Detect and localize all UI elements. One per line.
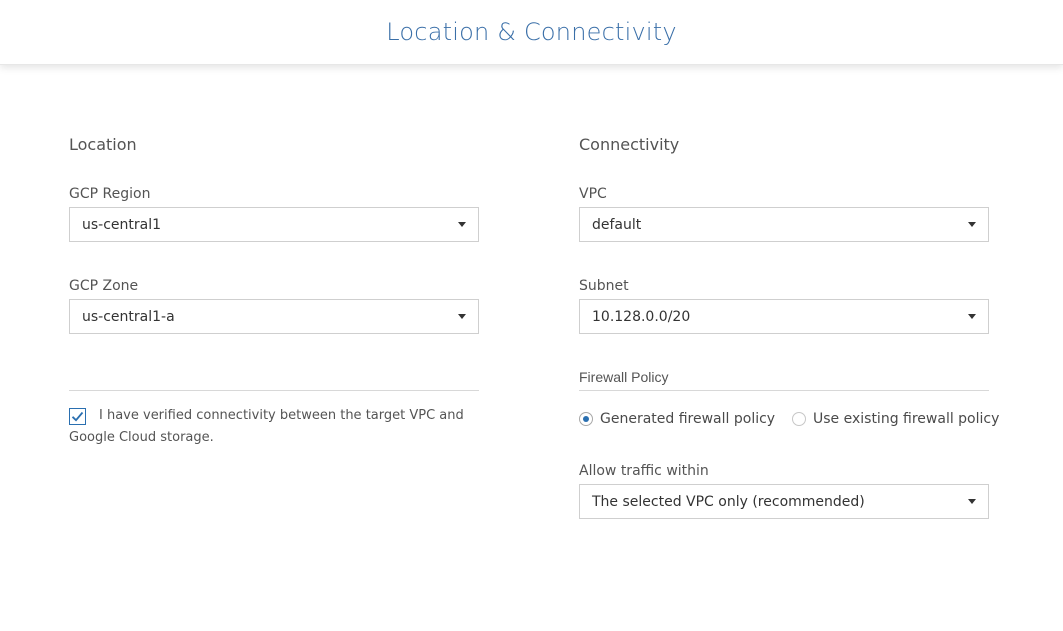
radio-existing-label: Use existing firewall policy [813, 411, 1000, 427]
subnet-select[interactable]: 10.128.0.0/20 [579, 299, 989, 334]
location-divider [69, 390, 479, 391]
gcp-zone-select[interactable]: us-central1-a [69, 299, 479, 334]
subnet-value: 10.128.0.0/20 [592, 308, 691, 325]
connectivity-section-title: Connectivity [579, 135, 680, 154]
firewall-policy-label: Firewall Policy [579, 369, 669, 385]
radio-unselected-icon [792, 412, 806, 426]
radio-generated-label: Generated firewall policy [600, 411, 776, 427]
allow-traffic-label: Allow traffic within [579, 463, 709, 479]
gcp-region-value: us-central1 [82, 216, 162, 233]
chevron-down-icon [968, 314, 976, 319]
radio-generated-firewall-policy[interactable]: Generated firewall policy [579, 411, 775, 427]
page-title: Location & Connectivity [386, 18, 677, 46]
verify-connectivity-text: I have verified connectivity between the… [69, 408, 464, 445]
location-section-title: Location [69, 135, 137, 154]
vpc-value: default [592, 216, 642, 233]
vpc-select[interactable]: default [579, 207, 989, 242]
chevron-down-icon [458, 314, 466, 319]
gcp-zone-label: GCP Zone [69, 278, 139, 294]
vpc-label: VPC [579, 186, 607, 202]
allow-traffic-value: The selected VPC only (recommended) [592, 493, 865, 510]
chevron-down-icon [458, 222, 466, 227]
firewall-divider [579, 390, 989, 391]
radio-existing-firewall-policy[interactable]: Use existing firewall policy [792, 411, 999, 427]
gcp-region-label: GCP Region [69, 186, 151, 202]
page-header: Location & Connectivity [0, 0, 1063, 65]
gcp-zone-value: us-central1-a [82, 308, 175, 325]
chevron-down-icon [968, 499, 976, 504]
subnet-label: Subnet [579, 278, 629, 294]
allow-traffic-select[interactable]: The selected VPC only (recommended) [579, 484, 989, 519]
radio-selected-icon [579, 412, 593, 426]
gcp-region-select[interactable]: us-central1 [69, 207, 479, 242]
chevron-down-icon [968, 222, 976, 227]
